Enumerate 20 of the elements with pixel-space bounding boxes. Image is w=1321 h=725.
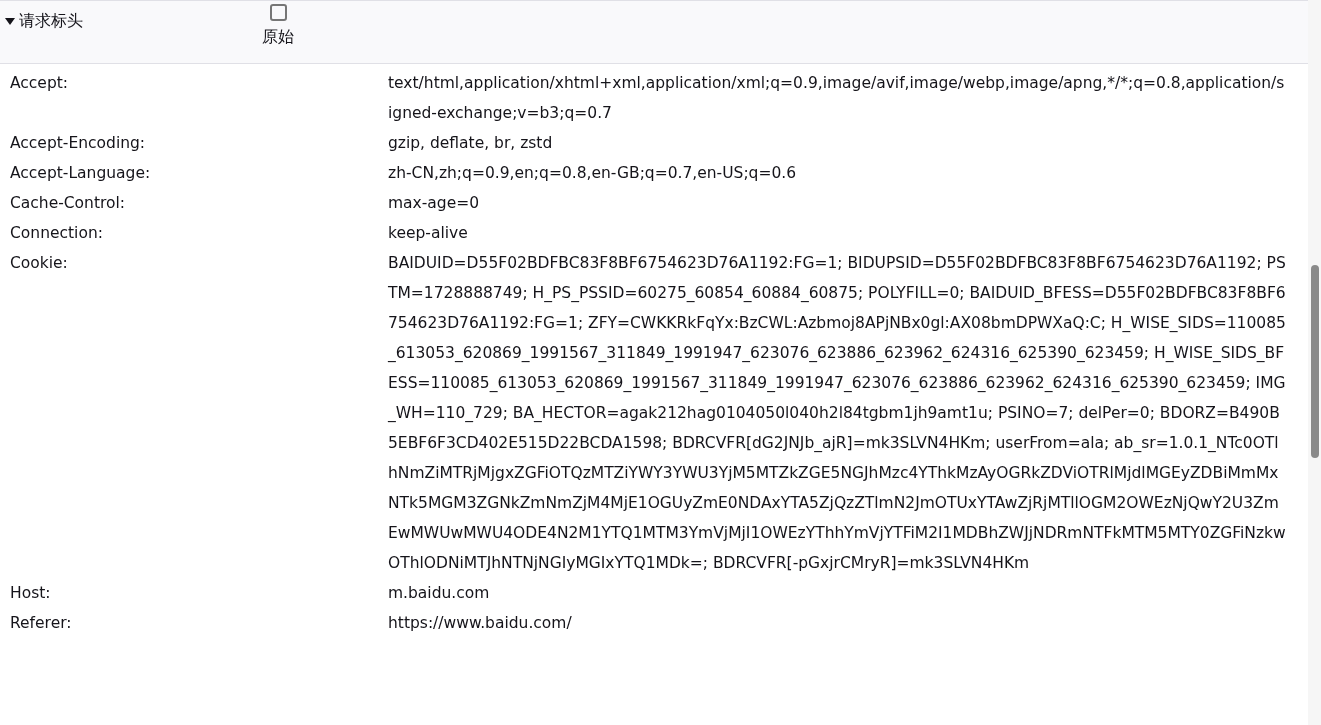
section-toggle[interactable]: 请求标头	[0, 1, 250, 33]
header-value: m.baidu.com	[388, 583, 491, 604]
header-value: zh-CN,zh;q=0.9,en;q=0.8,en-GB;q=0.7,en-US;q=0.6	[388, 163, 798, 184]
header-value: gzip, deflate, br, zstd	[388, 133, 554, 154]
header-name: Accept-Encoding:	[9, 133, 147, 154]
header-value: max-age=0	[388, 193, 481, 214]
raw-toggle[interactable]: 原始	[250, 1, 306, 49]
header-name: Accept-Language:	[9, 163, 152, 184]
header-name: Accept:	[9, 73, 70, 94]
header-name: Host:	[9, 583, 52, 604]
checkbox[interactable]	[269, 4, 287, 21]
header-name: Referer:	[9, 613, 73, 634]
checkbox-label: 原始	[262, 26, 294, 48]
header-name: Cookie:	[9, 253, 69, 274]
header-name: Connection:	[9, 223, 104, 244]
header-name: Cache-Control:	[9, 193, 127, 214]
header-value: keep-alive	[388, 223, 469, 244]
header-value: https://www.baidu.com/	[388, 613, 573, 634]
scrollbar[interactable]	[1308, 0, 1321, 725]
scrollbar-thumb[interactable]	[1311, 265, 1319, 458]
